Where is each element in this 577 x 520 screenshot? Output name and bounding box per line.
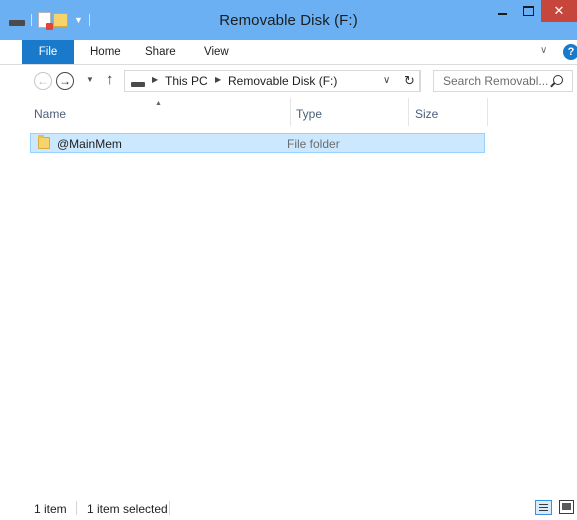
file-type: File folder [287, 137, 340, 151]
close-button[interactable]: ✕ [541, 0, 577, 22]
expand-ribbon-icon[interactable]: ∨ [540, 45, 547, 56]
file-name: @MainMem [57, 137, 122, 151]
column-divider[interactable] [408, 98, 409, 126]
search-icon [553, 75, 563, 85]
search-input[interactable]: Search Removabl... [443, 74, 548, 88]
status-bar: 1 item 1 item selected [0, 495, 577, 520]
column-name[interactable]: Name [34, 107, 66, 121]
tab-view[interactable]: View [204, 40, 229, 64]
breadcrumb-removable-disk[interactable]: Removable Disk (F:) [228, 74, 337, 88]
up-button[interactable]: ↑ [106, 71, 114, 88]
back-button[interactable]: ← [34, 72, 52, 90]
file-explorer-window: ▼ Removable Disk (F:) ✕ File Home Share … [0, 0, 577, 520]
details-view-icon[interactable] [535, 500, 552, 515]
column-divider[interactable] [487, 98, 488, 126]
help-icon[interactable]: ? [563, 44, 577, 60]
navigation-bar: ← → ▼ ↑ ▶ This PC ▶ Removable Disk (F:) … [0, 65, 577, 97]
tab-file[interactable]: File [22, 40, 74, 64]
status-separator [76, 501, 77, 515]
selection-status: 1 item selected [87, 502, 168, 516]
maximize-icon [522, 6, 534, 16]
minimize-button[interactable] [489, 0, 515, 22]
refresh-button[interactable]: ↻ [399, 70, 421, 92]
title-bar[interactable]: ▼ Removable Disk (F:) ✕ [0, 0, 577, 40]
tab-home[interactable]: Home [90, 40, 121, 64]
file-row[interactable]: @MainMem File folder [30, 133, 485, 153]
address-bar[interactable]: ▶ This PC ▶ Removable Disk (F:) ∨ [124, 70, 420, 92]
tab-share[interactable]: Share [145, 40, 176, 64]
folder-icon [38, 135, 50, 149]
column-size[interactable]: Size [415, 107, 438, 121]
drive-icon [131, 82, 145, 87]
large-icons-view-icon[interactable] [559, 500, 574, 514]
column-headers: ▲ Name Type Size [0, 98, 577, 128]
recent-locations-dropdown[interactable]: ▼ [86, 75, 94, 84]
maximize-button[interactable] [515, 0, 541, 22]
item-count: 1 item [34, 502, 67, 516]
sort-indicator-icon: ▲ [155, 100, 162, 107]
address-dropdown[interactable]: ∨ [383, 75, 390, 86]
ribbon-tabs: File Home Share View ∨ ? [0, 40, 577, 65]
breadcrumb-separator[interactable]: ▶ [215, 75, 221, 84]
breadcrumb-separator[interactable]: ▶ [152, 75, 158, 84]
breadcrumb-this-pc[interactable]: This PC [165, 74, 208, 88]
column-divider[interactable] [290, 98, 291, 126]
minimize-icon [497, 13, 507, 15]
status-separator [169, 501, 170, 515]
column-type[interactable]: Type [296, 107, 322, 121]
forward-button[interactable]: → [56, 72, 74, 90]
search-box[interactable]: Search Removabl... [433, 70, 573, 92]
